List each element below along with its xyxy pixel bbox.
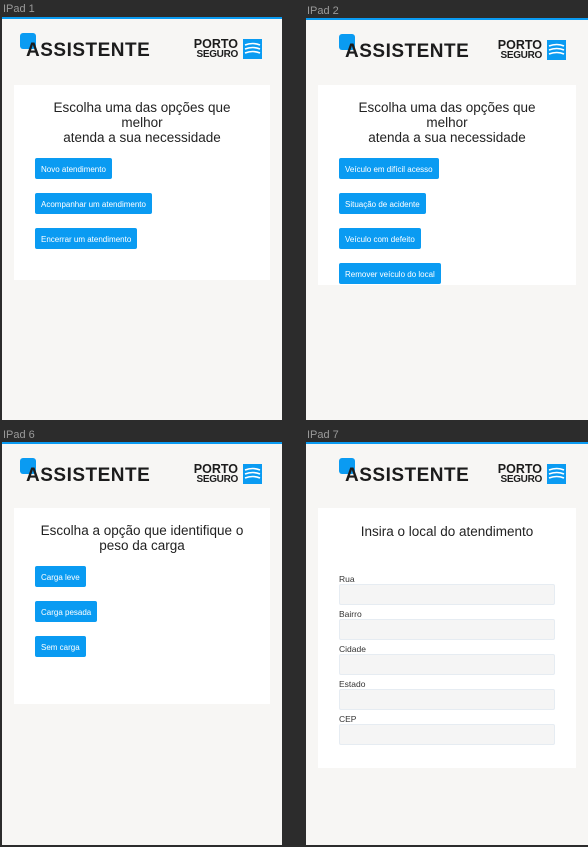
app-name: ASSISTENTE [26, 40, 151, 61]
frame-label-ipad-6: IPad 6 [3, 429, 35, 441]
address-form-card: Insira o local do atendimento Rua Bairro… [318, 508, 576, 768]
cidade-input[interactable] [339, 654, 555, 675]
card-title-line1: Escolha uma das opções que melhor [53, 100, 231, 130]
carga-leve-button[interactable]: Carga leve [35, 566, 86, 587]
porto-seguro-logo: PORTO SEGURO [498, 39, 566, 63]
encerrar-atendimento-button[interactable]: Encerrar um atendimento [35, 228, 138, 249]
estado-input[interactable] [339, 689, 555, 710]
ipad-2-screen: ASSISTENTE PORTO SEGURO Escolha uma das … [306, 18, 588, 420]
frame-label-ipad-2: IPad 2 [307, 5, 339, 17]
options-card: Escolha a opção que identifique o peso d… [14, 508, 270, 704]
cidade-label: Cidade [339, 644, 366, 654]
bairro-label: Bairro [339, 609, 362, 619]
card-title: Escolha uma das opções que melhor atenda… [38, 100, 246, 145]
acompanhar-atendimento-button[interactable]: Acompanhar um atendimento [35, 193, 152, 214]
app-header: ASSISTENTE PORTO SEGURO [2, 444, 282, 498]
frame-label-ipad-7: IPad 7 [307, 429, 339, 441]
porto-flag-icon [243, 464, 262, 484]
card-title-line1: Escolha a opção que identifique o [40, 523, 244, 538]
card-title-line1: Escolha uma das opções que melhor [358, 100, 536, 130]
carga-pesada-button[interactable]: Carga pesada [35, 601, 98, 622]
card-title-line2: peso da carga [99, 538, 185, 553]
ipad-6-screen: ASSISTENTE PORTO SEGURO Escolha a opção … [2, 442, 282, 845]
button-list: Carga leve Carga pesada Sem carga [14, 566, 270, 657]
sem-carga-button[interactable]: Sem carga [35, 636, 86, 657]
card-title: Escolha a opção que identifique o peso d… [38, 523, 246, 553]
remover-veiculo-button[interactable]: Remover veículo do local [339, 263, 441, 284]
situacao-acidente-button[interactable]: Situação de acidente [339, 193, 426, 214]
brand-line2: SEGURO [500, 474, 542, 485]
estado-label: Estado [339, 679, 366, 689]
address-form: Rua Bairro Cidade Estado CEP [318, 574, 576, 745]
rua-label: Rua [339, 574, 355, 584]
bairro-input[interactable] [339, 619, 555, 640]
ipad-7-screen: ASSISTENTE PORTO SEGURO Insira o local d… [306, 442, 588, 845]
button-list: Veículo em difícil acesso Situação de ac… [318, 158, 576, 284]
cep-input[interactable] [339, 724, 555, 745]
card-title: Escolha uma das opções que melhor atenda… [342, 100, 552, 145]
app-header: ASSISTENTE PORTO SEGURO [306, 20, 588, 74]
button-list: Novo atendimento Acompanhar um atendimen… [14, 158, 270, 249]
brand-line2: SEGURO [196, 474, 238, 485]
cep-label: CEP [339, 714, 357, 724]
porto-flag-icon [547, 464, 566, 484]
card-title: Insira o local do atendimento [360, 524, 534, 539]
app-name: ASSISTENTE [345, 41, 470, 62]
veiculo-defeito-button[interactable]: Veículo com defeito [339, 228, 421, 249]
porto-seguro-logo: PORTO SEGURO [498, 463, 566, 487]
porto-flag-icon [547, 40, 566, 60]
brand-line2: SEGURO [196, 49, 238, 60]
options-card: Escolha uma das opções que melhor atenda… [14, 85, 270, 280]
porto-seguro-logo: PORTO SEGURO [194, 38, 262, 62]
app-header: ASSISTENTE PORTO SEGURO [2, 19, 282, 73]
app-name: ASSISTENTE [345, 465, 470, 486]
porto-flag-icon [243, 39, 262, 59]
options-card: Escolha uma das opções que melhor atenda… [318, 85, 576, 285]
ipad-1-screen: ASSISTENTE PORTO SEGURO Escolha uma das … [2, 17, 282, 420]
brand-line2: SEGURO [500, 50, 542, 61]
app-name: ASSISTENTE [26, 465, 151, 486]
card-title-line2: atenda a sua necessidade [368, 130, 526, 145]
novo-atendimento-button[interactable]: Novo atendimento [35, 158, 112, 179]
rua-input[interactable] [339, 584, 555, 605]
app-header: ASSISTENTE PORTO SEGURO [306, 444, 588, 498]
veiculo-dificil-acesso-button[interactable]: Veículo em difícil acesso [339, 158, 439, 179]
porto-seguro-logo: PORTO SEGURO [194, 463, 262, 487]
frame-label-ipad-1: IPad 1 [3, 3, 35, 15]
card-title-line2: atenda a sua necessidade [63, 130, 221, 145]
